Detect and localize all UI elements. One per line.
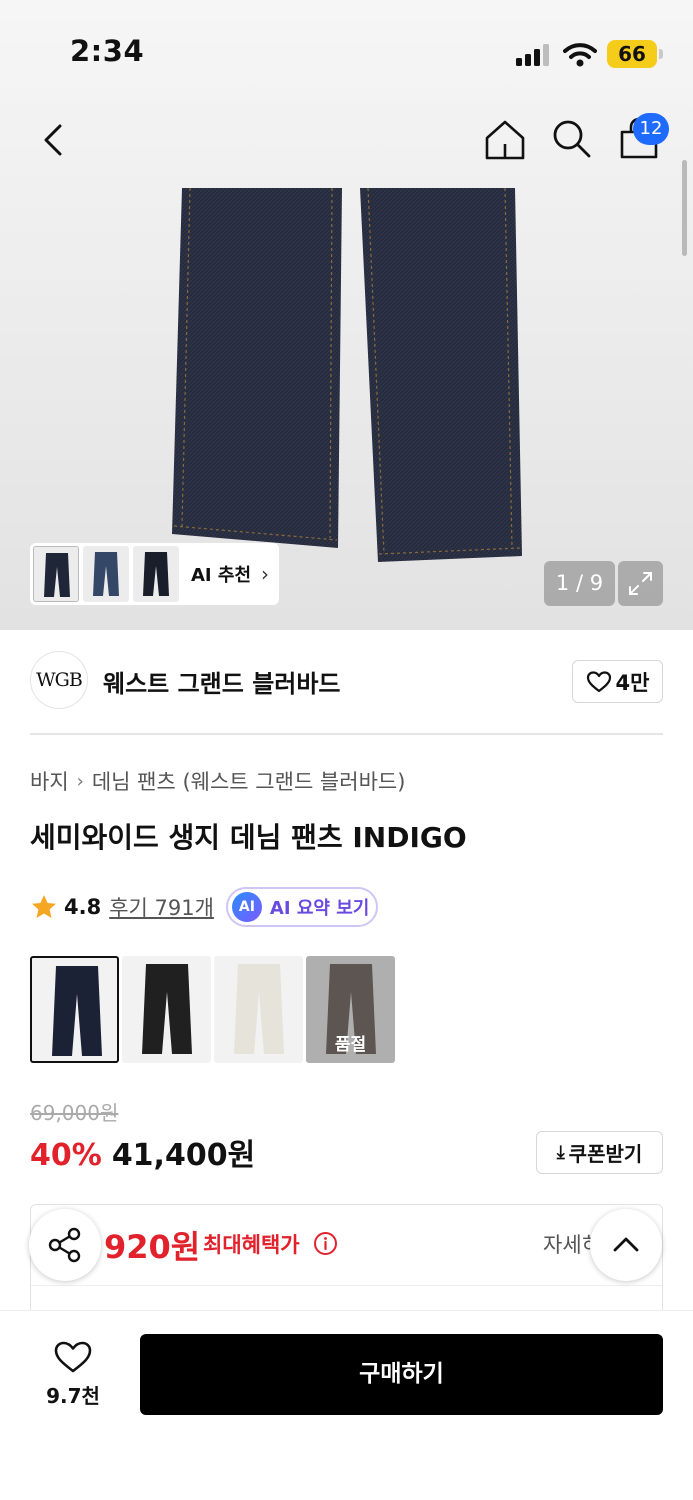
max-benefit-label: 최대혜택가 [203, 1233, 300, 1257]
brand-name[interactable]: 웨스트 그랜드 블러바드 [103, 664, 341, 699]
cellular-signal-icon [516, 44, 552, 66]
price-row: 40% 41,400원 [30, 1130, 255, 1174]
breadcrumb-item[interactable]: 바지 [30, 766, 69, 796]
brand-like-button[interactable]: 4만 [572, 660, 663, 703]
status-bar: 2:34 66 [0, 0, 693, 100]
breadcrumb-item[interactable]: 데님 팬츠 (웨스트 그랜드 블러바드) [92, 766, 406, 796]
max-benefit-amount: 920원 [104, 1228, 201, 1266]
wishlist-button[interactable]: 9.7천 [40, 1338, 106, 1410]
review-link[interactable]: 후기 791개 [109, 892, 214, 922]
buy-button[interactable]: 구매하기 [140, 1334, 663, 1415]
ai-summary-label: AI 요약 보기 [269, 898, 370, 919]
discount-rate: 40% [30, 1138, 102, 1173]
chevron-up-icon [613, 1237, 639, 1252]
original-price: 69,000원 [30, 1101, 119, 1125]
battery-indicator: 66 [607, 40, 657, 68]
heart-icon [586, 670, 611, 692]
download-icon: ⤓ [556, 1142, 565, 1163]
image-page-indicator: 1 / 9 [544, 561, 615, 606]
divider [31, 1285, 662, 1286]
sold-out-label: 품절 [334, 1035, 367, 1055]
heart-icon [54, 1341, 92, 1373]
share-button[interactable] [29, 1209, 101, 1281]
product-title: 세미와이드 생지 데님 팬츠 INDIGO [30, 821, 467, 854]
product-image [172, 188, 522, 562]
share-icon [48, 1227, 81, 1263]
ai-recommend-label: AI 추천 [191, 565, 252, 586]
brand-logo[interactable]: WGB [30, 651, 88, 709]
expand-icon[interactable] [618, 561, 663, 606]
ai-recommend-bar[interactable]: AI 추천 › [30, 543, 279, 605]
scrollbar[interactable] [682, 160, 687, 256]
battery-cap [659, 49, 663, 59]
back-icon[interactable] [34, 118, 74, 162]
ai-badge-icon: AI [231, 892, 262, 922]
rating-value: 4.8 [64, 895, 102, 919]
color-option-indigo[interactable] [30, 956, 119, 1063]
ai-recommend-thumb[interactable] [33, 546, 79, 602]
ai-summary-button[interactable]: AI AI 요약 보기 [225, 887, 378, 927]
coupon-label: 쿠폰받기 [568, 1142, 643, 1166]
wishlist-count: 9.7천 [46, 1384, 100, 1408]
breadcrumb: 바지 › 데님 팬츠 (웨스트 그랜드 블러바드) [30, 766, 405, 796]
brand-like-count: 4만 [615, 670, 650, 695]
scroll-top-button[interactable] [590, 1209, 662, 1281]
status-time: 2:34 [70, 34, 145, 68]
rating-row: 4.8 후기 791개 AI AI 요약 보기 [30, 887, 378, 927]
cart-count-badge: 12 [633, 113, 669, 145]
sale-price: 41,400원 [111, 1138, 256, 1173]
home-icon[interactable] [482, 118, 528, 162]
coupon-button[interactable]: ⤓ 쿠폰받기 [536, 1131, 663, 1174]
color-option-brown[interactable]: 품절 [306, 956, 395, 1063]
star-icon [32, 895, 56, 918]
ai-recommend-thumb[interactable] [83, 546, 129, 602]
chevron-right-icon: › [261, 562, 270, 586]
chevron-right-icon: › [76, 770, 84, 792]
info-icon[interactable] [313, 1231, 338, 1256]
divider [30, 733, 663, 735]
ai-recommend-thumb[interactable] [133, 546, 179, 602]
wifi-icon [563, 43, 597, 67]
search-icon[interactable] [549, 116, 593, 162]
color-option-black[interactable] [122, 956, 211, 1063]
color-option-ecru[interactable] [214, 956, 303, 1063]
